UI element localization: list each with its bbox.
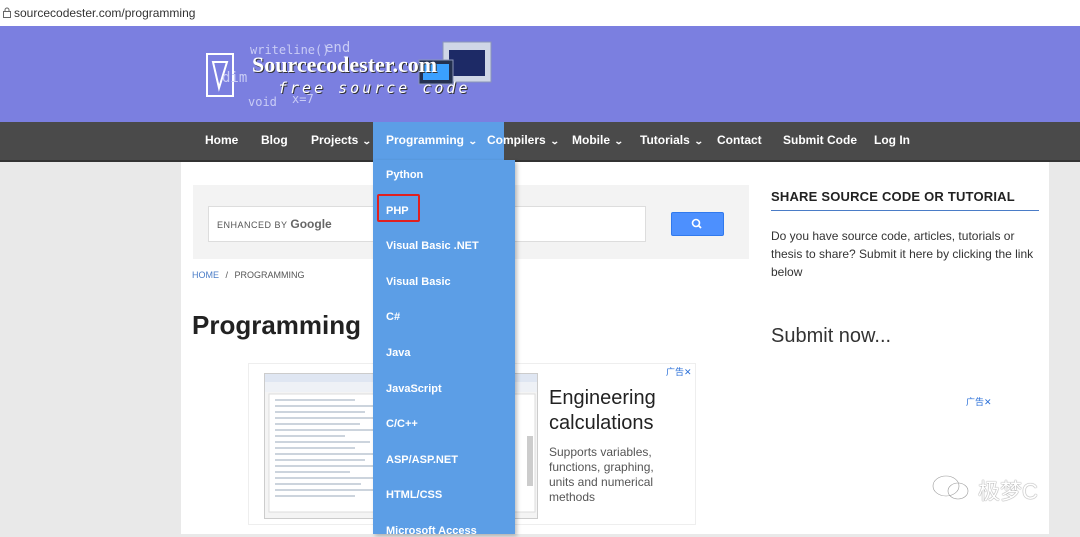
close-icon[interactable]: ✕ bbox=[684, 367, 692, 377]
ad-headline[interactable]: Engineering calculations bbox=[549, 386, 656, 436]
menu-item-csharp[interactable]: C# bbox=[386, 311, 400, 323]
menu-item-visual-basic-net[interactable]: Visual Basic .NET bbox=[386, 240, 479, 252]
sidebar-text: Do you have source code, articles, tutor… bbox=[771, 229, 1034, 279]
page-title: Programming bbox=[192, 310, 362, 340]
sidebar-ad-badge[interactable]: 广告✕ bbox=[966, 395, 992, 408]
breadcrumb-current: PROGRAMMING bbox=[234, 270, 305, 280]
url-text: sourcecodester.com/programming bbox=[14, 6, 196, 20]
logo-decor-word: void bbox=[248, 95, 277, 109]
chevron-down-icon: ⌄ bbox=[693, 136, 704, 146]
menu-item-html-css[interactable]: HTML/CSS bbox=[386, 489, 442, 501]
sidebar-heading: SHARE SOURCE CODE OR TUTORIAL bbox=[771, 189, 1015, 204]
breadcrumb: HOME / PROGRAMMING bbox=[192, 270, 305, 280]
search-placeholder: ENHANCED BY Google bbox=[217, 217, 332, 231]
nav-item-contact[interactable]: Contact bbox=[705, 122, 774, 160]
logo-decor-word: dim bbox=[222, 70, 248, 86]
nav-item-projects[interactable]: Projects ⌄ bbox=[299, 122, 383, 160]
sidebar-heading-rule bbox=[771, 210, 1039, 211]
chevron-down-icon: ⌄ bbox=[549, 136, 560, 146]
menu-item-asp-net[interactable]: ASP/ASP.NET bbox=[386, 454, 458, 466]
browser-address-bar[interactable]: sourcecodester.com/programming bbox=[0, 0, 1080, 27]
search-button[interactable] bbox=[671, 212, 724, 236]
menu-item-java[interactable]: Java bbox=[386, 347, 410, 359]
menu-item-visual-basic[interactable]: Visual Basic bbox=[386, 276, 451, 288]
nav-item-compilers[interactable]: Compilers ⌄ bbox=[475, 122, 570, 160]
nav-item-blog[interactable]: Blog bbox=[249, 122, 300, 160]
nav-item-tutorials[interactable]: Tutorials ⌄ bbox=[628, 122, 714, 160]
lock-icon bbox=[3, 7, 11, 18]
ad-description: Supports variables, functions, graphing,… bbox=[549, 445, 654, 504]
php-highlight-box bbox=[377, 194, 420, 222]
close-icon[interactable]: ✕ bbox=[984, 397, 992, 407]
menu-item-python[interactable]: Python bbox=[386, 169, 423, 181]
main-navbar: Home Blog Projects ⌄ Programming ⌄ Compile… bbox=[0, 122, 1080, 162]
watermark-text: 极梦C bbox=[978, 479, 1038, 504]
chevron-down-icon: ⌄ bbox=[362, 136, 373, 146]
nav-item-mobile[interactable]: Mobile ⌄ bbox=[560, 122, 635, 160]
menu-item-microsoft-access[interactable]: Microsoft Access bbox=[386, 525, 477, 537]
logo-title: Sourcecodester.com bbox=[252, 52, 438, 77]
site-header bbox=[0, 26, 1080, 122]
logo-subtitle: free source code bbox=[278, 79, 471, 97]
nav-item-submit-code[interactable]: Submit Code bbox=[771, 122, 869, 160]
search-icon bbox=[691, 218, 702, 229]
breadcrumb-separator: / bbox=[225, 270, 229, 280]
chevron-down-icon: ⌄ bbox=[613, 136, 624, 146]
breadcrumb-home-link[interactable]: HOME bbox=[192, 270, 219, 280]
submit-now-link[interactable]: Submit now... bbox=[771, 325, 891, 348]
ad-choice-badge[interactable]: 广告✕ bbox=[666, 365, 692, 378]
nav-item-log-in[interactable]: Log In bbox=[862, 122, 922, 160]
menu-item-c-cpp[interactable]: C/C++ bbox=[386, 418, 418, 430]
nav-item-home[interactable]: Home bbox=[193, 122, 250, 160]
menu-item-javascript[interactable]: JavaScript bbox=[386, 383, 442, 395]
